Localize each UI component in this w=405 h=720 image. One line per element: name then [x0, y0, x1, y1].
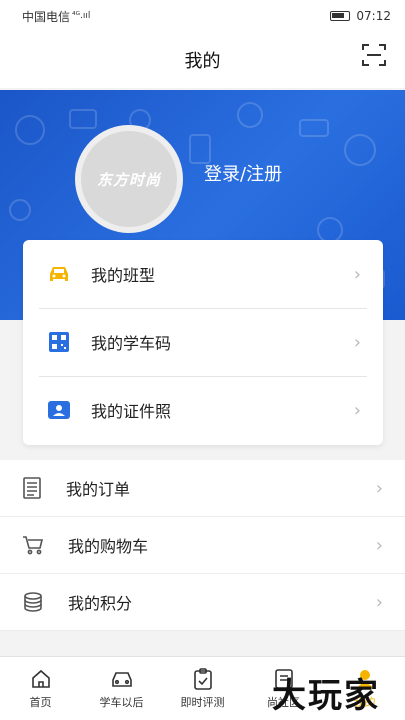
qr-code-icon: [49, 332, 69, 352]
car-icon: [50, 267, 68, 281]
list-item-orders[interactable]: 我的订单 ›: [0, 460, 405, 517]
clock: 07:12: [356, 9, 391, 23]
card-item-label: 我的学车码: [91, 334, 172, 353]
tab-label: 首页: [29, 695, 52, 709]
chevron-right-icon: ›: [353, 399, 361, 421]
list-item-label: 我的购物车: [68, 537, 149, 556]
chevron-right-icon: ›: [353, 263, 361, 285]
status-bar: 中国电信 ⁴ᴳ.ııl 07:12: [0, 0, 405, 32]
top-nav-bar: 我的: [0, 32, 405, 88]
list-item-label: 我的积分: [68, 594, 133, 613]
card-item-id-photo[interactable]: 我的证件照 ›: [23, 376, 383, 444]
card-item-label: 我的证件照: [91, 402, 172, 421]
list-item-label: 我的订单: [66, 480, 131, 499]
login-register-link[interactable]: 登录/注册: [204, 160, 282, 186]
list-item-cart[interactable]: 我的购物车 ›: [0, 517, 405, 574]
card-item-class-type[interactable]: 我的班型 ›: [23, 240, 383, 308]
tab-home[interactable]: 首页: [0, 657, 81, 720]
chevron-right-icon: ›: [375, 477, 383, 499]
cart-icon: [23, 536, 44, 555]
chevron-right-icon: ›: [375, 534, 383, 556]
page-title: 我的: [184, 51, 221, 72]
avatar-logo-text: 东方时尚: [96, 170, 161, 189]
carrier-label: 中国电信: [22, 9, 71, 24]
avatar[interactable]: 东方时尚: [75, 125, 183, 233]
card-item-label: 我的班型: [91, 266, 156, 285]
chevron-right-icon: ›: [375, 591, 383, 613]
clipboard-check-icon: [193, 667, 212, 690]
home-icon: [31, 669, 50, 688]
document-icon: [23, 477, 41, 499]
car-outline-icon: [111, 671, 132, 687]
card-item-learner-code[interactable]: 我的学车码 ›: [23, 308, 383, 376]
scan-icon[interactable]: [361, 42, 387, 68]
battery-icon: [330, 11, 351, 21]
signal-icon: ⁴ᴳ.ııl: [72, 11, 91, 21]
list-item-points[interactable]: 我的积分 ›: [0, 574, 405, 631]
watermark-text: 大玩家: [272, 676, 380, 716]
id-photo-icon: [48, 401, 70, 419]
tab-after-learning[interactable]: 学车以后: [81, 657, 162, 720]
feature-card: 我的班型 › 我的学车码 › 我的证件照 ›: [23, 240, 383, 445]
coins-stack-icon: [24, 592, 42, 612]
settings-list: 我的订单 › 我的购物车 › 我的积分 ›: [0, 460, 405, 631]
tab-label: 学车以后: [99, 695, 144, 709]
chevron-right-icon: ›: [353, 331, 361, 353]
tab-instant-test[interactable]: 即时评测: [162, 657, 243, 720]
tab-label: 即时评测: [180, 695, 225, 709]
